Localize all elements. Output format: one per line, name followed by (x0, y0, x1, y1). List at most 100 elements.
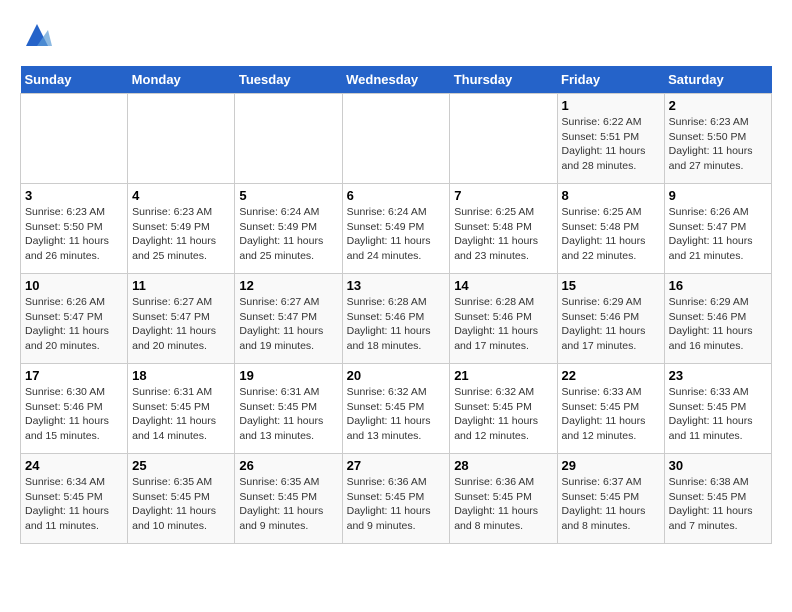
calendar-cell (21, 94, 128, 184)
calendar-cell: 13 Sunrise: 6:28 AM Sunset: 5:46 PM Dayli… (342, 274, 450, 364)
calendar-cell: 18 Sunrise: 6:31 AM Sunset: 5:45 PM Dayli… (128, 364, 235, 454)
day-info: Sunrise: 6:35 AM Sunset: 5:45 PM Dayligh… (132, 475, 230, 534)
day-info: Sunrise: 6:31 AM Sunset: 5:45 PM Dayligh… (132, 385, 230, 444)
day-number: 9 (669, 188, 767, 203)
day-info: Sunrise: 6:29 AM Sunset: 5:46 PM Dayligh… (562, 295, 660, 354)
calendar-cell: 1Sunrise: 6:22 AM Sunset: 5:51 PM Daylig… (557, 94, 664, 184)
day-number: 15 (562, 278, 660, 293)
day-info: Sunrise: 6:27 AM Sunset: 5:47 PM Dayligh… (239, 295, 337, 354)
page-header (20, 20, 772, 50)
day-number: 29 (562, 458, 660, 473)
day-number: 19 (239, 368, 337, 383)
logo-icon (22, 20, 52, 50)
calendar-cell: 16 Sunrise: 6:29 AM Sunset: 5:46 PM Dayli… (664, 274, 771, 364)
day-number: 27 (347, 458, 446, 473)
calendar-cell: 19 Sunrise: 6:31 AM Sunset: 5:45 PM Dayli… (235, 364, 342, 454)
day-info: Sunrise: 6:28 AM Sunset: 5:46 PM Dayligh… (347, 295, 446, 354)
day-info: Sunrise: 6:24 AM Sunset: 5:49 PM Dayligh… (239, 205, 337, 264)
day-info: Sunrise: 6:36 AM Sunset: 5:45 PM Dayligh… (347, 475, 446, 534)
day-number: 2 (669, 98, 767, 113)
day-info: Sunrise: 6:33 AM Sunset: 5:45 PM Dayligh… (562, 385, 660, 444)
day-info: Sunrise: 6:25 AM Sunset: 5:48 PM Dayligh… (454, 205, 552, 264)
calendar-cell (342, 94, 450, 184)
calendar-cell: 27 Sunrise: 6:36 AM Sunset: 5:45 PM Dayli… (342, 454, 450, 544)
logo (20, 20, 52, 50)
calendar-cell: 8 Sunrise: 6:25 AM Sunset: 5:48 PM Daylig… (557, 184, 664, 274)
calendar-cell: 10 Sunrise: 6:26 AM Sunset: 5:47 PM Dayli… (21, 274, 128, 364)
calendar-header: SundayMondayTuesdayWednesdayThursdayFrid… (21, 66, 772, 94)
day-info: Sunrise: 6:32 AM Sunset: 5:45 PM Dayligh… (454, 385, 552, 444)
day-info: Sunrise: 6:29 AM Sunset: 5:46 PM Dayligh… (669, 295, 767, 354)
calendar-cell: 11 Sunrise: 6:27 AM Sunset: 5:47 PM Dayli… (128, 274, 235, 364)
weekday-header: Monday (128, 66, 235, 94)
calendar-cell: 12 Sunrise: 6:27 AM Sunset: 5:47 PM Dayli… (235, 274, 342, 364)
weekday-header: Friday (557, 66, 664, 94)
calendar-cell (450, 94, 557, 184)
calendar-cell: 4Sunrise: 6:23 AM Sunset: 5:49 PM Daylig… (128, 184, 235, 274)
calendar-cell: 22Sunrise: 6:33 AM Sunset: 5:45 PM Dayli… (557, 364, 664, 454)
day-info: Sunrise: 6:31 AM Sunset: 5:45 PM Dayligh… (239, 385, 337, 444)
day-number: 24 (25, 458, 123, 473)
calendar-cell: 24 Sunrise: 6:34 AM Sunset: 5:45 PM Dayli… (21, 454, 128, 544)
day-info: Sunrise: 6:38 AM Sunset: 5:45 PM Dayligh… (669, 475, 767, 534)
day-info: Sunrise: 6:24 AM Sunset: 5:49 PM Dayligh… (347, 205, 446, 264)
day-number: 14 (454, 278, 552, 293)
day-number: 16 (669, 278, 767, 293)
day-info: Sunrise: 6:23 AM Sunset: 5:50 PM Dayligh… (669, 115, 767, 174)
day-number: 18 (132, 368, 230, 383)
day-number: 1 (562, 98, 660, 113)
day-number: 10 (25, 278, 123, 293)
day-info: Sunrise: 6:36 AM Sunset: 5:45 PM Dayligh… (454, 475, 552, 534)
calendar-cell: 25 Sunrise: 6:35 AM Sunset: 5:45 PM Dayli… (128, 454, 235, 544)
day-info: Sunrise: 6:26 AM Sunset: 5:47 PM Dayligh… (25, 295, 123, 354)
day-info: Sunrise: 6:28 AM Sunset: 5:46 PM Dayligh… (454, 295, 552, 354)
calendar-cell: 29 Sunrise: 6:37 AM Sunset: 5:45 PM Dayli… (557, 454, 664, 544)
calendar-cell: 14 Sunrise: 6:28 AM Sunset: 5:46 PM Dayli… (450, 274, 557, 364)
day-info: Sunrise: 6:30 AM Sunset: 5:46 PM Dayligh… (25, 385, 123, 444)
calendar-cell: 17 Sunrise: 6:30 AM Sunset: 5:46 PM Dayli… (21, 364, 128, 454)
day-info: Sunrise: 6:26 AM Sunset: 5:47 PM Dayligh… (669, 205, 767, 264)
day-number: 12 (239, 278, 337, 293)
calendar-cell: 26 Sunrise: 6:35 AM Sunset: 5:45 PM Dayli… (235, 454, 342, 544)
calendar-cell (235, 94, 342, 184)
day-info: Sunrise: 6:25 AM Sunset: 5:48 PM Dayligh… (562, 205, 660, 264)
calendar-cell: 3Sunrise: 6:23 AM Sunset: 5:50 PM Daylig… (21, 184, 128, 274)
day-info: Sunrise: 6:37 AM Sunset: 5:45 PM Dayligh… (562, 475, 660, 534)
day-number: 7 (454, 188, 552, 203)
calendar-cell (128, 94, 235, 184)
day-number: 30 (669, 458, 767, 473)
calendar-cell: 23 Sunrise: 6:33 AM Sunset: 5:45 PM Dayli… (664, 364, 771, 454)
calendar-cell: 20Sunrise: 6:32 AM Sunset: 5:45 PM Dayli… (342, 364, 450, 454)
day-number: 6 (347, 188, 446, 203)
weekday-header: Thursday (450, 66, 557, 94)
day-info: Sunrise: 6:34 AM Sunset: 5:45 PM Dayligh… (25, 475, 123, 534)
calendar-cell: 21 Sunrise: 6:32 AM Sunset: 5:45 PM Dayli… (450, 364, 557, 454)
day-number: 21 (454, 368, 552, 383)
day-number: 20 (347, 368, 446, 383)
day-number: 5 (239, 188, 337, 203)
day-number: 11 (132, 278, 230, 293)
weekday-header: Sunday (21, 66, 128, 94)
day-number: 25 (132, 458, 230, 473)
day-info: Sunrise: 6:27 AM Sunset: 5:47 PM Dayligh… (132, 295, 230, 354)
weekday-header: Saturday (664, 66, 771, 94)
day-number: 13 (347, 278, 446, 293)
day-number: 4 (132, 188, 230, 203)
weekday-header: Wednesday (342, 66, 450, 94)
day-number: 17 (25, 368, 123, 383)
day-number: 26 (239, 458, 337, 473)
calendar-table: SundayMondayTuesdayWednesdayThursdayFrid… (20, 66, 772, 544)
calendar-cell: 6 Sunrise: 6:24 AM Sunset: 5:49 PM Daylig… (342, 184, 450, 274)
weekday-header: Tuesday (235, 66, 342, 94)
calendar-cell: 7 Sunrise: 6:25 AM Sunset: 5:48 PM Daylig… (450, 184, 557, 274)
calendar-cell: 30 Sunrise: 6:38 AM Sunset: 5:45 PM Dayli… (664, 454, 771, 544)
calendar-cell: 2 Sunrise: 6:23 AM Sunset: 5:50 PM Daylig… (664, 94, 771, 184)
day-info: Sunrise: 6:35 AM Sunset: 5:45 PM Dayligh… (239, 475, 337, 534)
day-number: 23 (669, 368, 767, 383)
calendar-cell: 9 Sunrise: 6:26 AM Sunset: 5:47 PM Daylig… (664, 184, 771, 274)
calendar-cell: 15 Sunrise: 6:29 AM Sunset: 5:46 PM Dayli… (557, 274, 664, 364)
day-info: Sunrise: 6:33 AM Sunset: 5:45 PM Dayligh… (669, 385, 767, 444)
day-number: 28 (454, 458, 552, 473)
day-number: 8 (562, 188, 660, 203)
calendar-cell: 5 Sunrise: 6:24 AM Sunset: 5:49 PM Daylig… (235, 184, 342, 274)
